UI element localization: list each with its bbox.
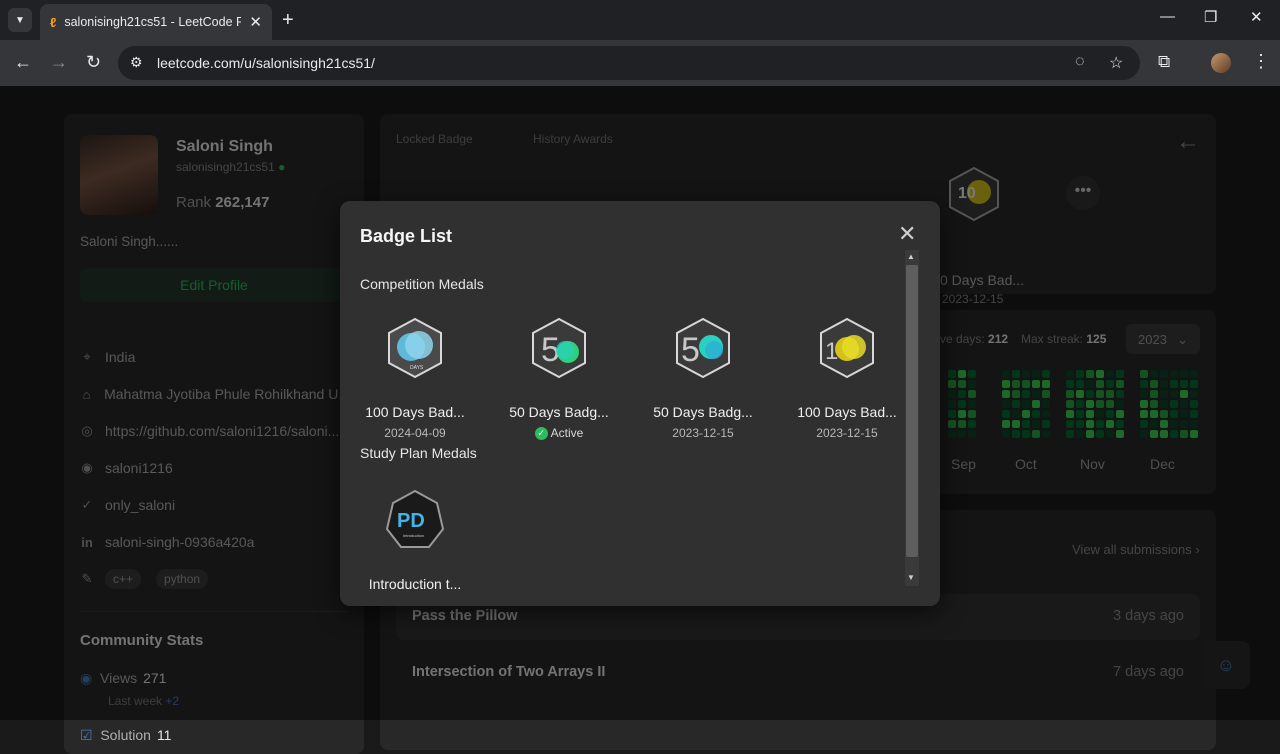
more-menu-icon[interactable]: ⋮ xyxy=(1252,51,1270,72)
study-plan-medals-heading: Study Plan Medals xyxy=(360,445,477,461)
scroll-up-icon[interactable]: ▲ xyxy=(907,252,915,261)
scrollbar[interactable]: ▲ ▼ xyxy=(905,250,919,586)
badge-list-modal: Badge List ✕ Competition Medals DAYS 100… xyxy=(340,201,940,606)
star-icon[interactable]: ☆ xyxy=(1109,53,1123,73)
tab-search-button[interactable]: ▼ xyxy=(8,8,32,32)
profile-avatar-icon[interactable] xyxy=(1211,53,1231,73)
address-bar[interactable]: ⚙ leetcode.com/u/salonisingh21cs51/ ◌ ☆ xyxy=(118,46,1140,80)
url-text: leetcode.com/u/salonisingh21cs51/ xyxy=(157,55,375,71)
forward-icon[interactable]: → xyxy=(50,52,68,73)
svg-text:PD: PD xyxy=(397,510,425,532)
solution-stat: ☑ Solution 11 xyxy=(80,727,172,743)
minimize-icon[interactable]: — xyxy=(1160,8,1175,25)
badge-item[interactable]: DAYS 100 Days Bad... 2024-04-09 xyxy=(355,317,475,440)
svg-text:5: 5 xyxy=(681,331,700,369)
eye-off-icon[interactable]: ◌ xyxy=(1075,53,1085,71)
reload-icon[interactable]: ↻ xyxy=(86,52,101,73)
close-tab-icon[interactable]: ✕ xyxy=(249,13,262,31)
svg-text:Introduction: Introduction xyxy=(403,533,424,538)
svg-text:DAYS: DAYS xyxy=(410,365,424,371)
site-info-icon[interactable]: ⚙ xyxy=(130,54,143,71)
50-days-badge-icon: 5 xyxy=(676,317,730,379)
chevron-down-icon: ▼ xyxy=(15,14,25,26)
browser-tab-bar: ▼ ℓ salonisingh21cs51 - LeetCode P ✕ + —… xyxy=(0,0,1280,40)
badge-item[interactable]: 5 50 Days Badg... ✓ Active xyxy=(499,317,619,440)
100-days-badge-icon: DAYS xyxy=(388,317,442,379)
competition-medals-heading: Competition Medals xyxy=(360,276,484,292)
extensions-icon[interactable]: ⧉ xyxy=(1158,52,1170,72)
address-toolbar: ← → ↻ ⚙ leetcode.com/u/salonisingh21cs51… xyxy=(0,40,1280,86)
close-window-icon[interactable]: ✕ xyxy=(1250,8,1263,26)
tab-title: salonisingh21cs51 - LeetCode P xyxy=(64,15,242,29)
close-icon[interactable]: ✕ xyxy=(898,223,916,245)
browser-tab[interactable]: ℓ salonisingh21cs51 - LeetCode P ✕ xyxy=(40,4,272,40)
badge-item[interactable]: PD Introduction Introduction t... xyxy=(355,489,475,592)
50-days-badge-icon: 5 xyxy=(532,317,586,379)
scroll-down-icon[interactable]: ▼ xyxy=(907,573,915,582)
badge-item[interactable]: 5 50 Days Badg... 2023-12-15 xyxy=(643,317,763,440)
check-icon: ✓ xyxy=(534,426,548,440)
scrollbar-thumb[interactable] xyxy=(906,265,918,557)
100-days-gold-badge-icon: 1 xyxy=(820,317,874,379)
back-icon[interactable]: ← xyxy=(14,52,32,73)
leetcode-favicon-icon: ℓ xyxy=(50,14,57,30)
new-tab-button[interactable]: + xyxy=(282,8,294,32)
restore-icon[interactable]: ❐ xyxy=(1204,8,1217,26)
badge-item[interactable]: 1 100 Days Bad... 2023-12-15 xyxy=(787,317,907,440)
pd-introduction-badge-icon: PDIntroduction xyxy=(385,489,445,548)
modal-title: Badge List xyxy=(360,226,453,246)
checkbox-icon: ☑ xyxy=(80,727,93,743)
